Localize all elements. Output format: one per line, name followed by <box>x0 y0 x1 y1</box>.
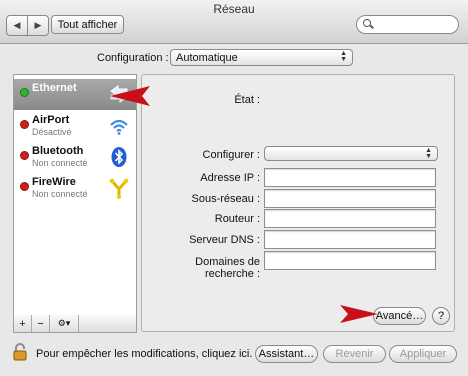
bluetooth-icon <box>111 147 127 167</box>
router-field[interactable] <box>264 209 436 228</box>
window-title: Réseau <box>213 2 255 16</box>
status-dot <box>20 182 29 191</box>
search-icon <box>363 19 371 27</box>
state-label: État : <box>234 94 260 106</box>
service-status: Non connecté <box>32 158 88 168</box>
status-dot <box>20 151 29 160</box>
annotation-arrow-icon <box>110 86 150 106</box>
dns-server-field[interactable] <box>264 230 436 249</box>
firewire-icon <box>109 178 129 199</box>
configuration-label: Configuration : <box>97 52 169 64</box>
forward-button[interactable]: ▶ <box>28 16 48 35</box>
service-item-firewire[interactable]: FireWire Non connecté <box>14 173 136 204</box>
search-input[interactable] <box>356 15 459 34</box>
popup-arrows-icon: ▲ ▼ <box>425 147 432 160</box>
search-domains-label: Domaines de recherche : <box>195 256 260 280</box>
service-name: AirPort <box>32 114 70 126</box>
revert-button[interactable]: Revenir <box>323 345 386 363</box>
back-button[interactable]: ◀ <box>7 16 28 35</box>
add-service-button[interactable]: + <box>14 315 32 332</box>
gear-icon[interactable]: ⚙▾ <box>50 315 79 332</box>
nav-back-forward: ◀ ▶ <box>6 15 49 36</box>
status-dot <box>20 120 29 129</box>
subnet-label: Sous-réseau : <box>191 193 260 205</box>
wifi-icon <box>110 119 128 135</box>
popup-arrows-icon: ▲ ▼ <box>340 50 347 63</box>
service-item-airport[interactable]: AirPort Désactivé <box>14 111 136 142</box>
configuration-popup[interactable]: Automatique ▲ ▼ <box>170 49 353 66</box>
remove-service-button[interactable]: − <box>32 315 50 332</box>
configure-popup[interactable]: ▲ ▼ <box>264 146 438 161</box>
service-list-toolbar: + − ⚙▾ <box>13 315 137 333</box>
service-item-bluetooth[interactable]: Bluetooth Non connecté <box>14 142 136 173</box>
router-label: Routeur : <box>214 213 260 225</box>
show-all-button[interactable]: Tout afficher <box>51 15 124 34</box>
configuration-value: Automatique <box>176 52 238 64</box>
lock-text: Pour empêcher les modifications, cliquez… <box>36 348 253 360</box>
assistant-button[interactable]: Assistant… <box>255 345 318 363</box>
configure-label: Configurer : <box>202 149 260 161</box>
ip-address-label: Adresse IP : <box>200 172 260 184</box>
help-button[interactable]: ? <box>432 307 450 325</box>
lock-icon[interactable] <box>13 343 27 361</box>
annotation-arrow-icon <box>340 305 378 323</box>
service-status: Non connecté <box>32 189 88 199</box>
ip-address-field[interactable] <box>264 168 436 187</box>
apply-button[interactable]: Appliquer <box>389 345 457 363</box>
service-name: Ethernet <box>32 82 77 94</box>
service-list: Ethernet AirPort Désactivé Bluetooth Non… <box>13 74 137 316</box>
window-toolbar: Réseau ◀ ▶ Tout afficher <box>0 0 468 44</box>
service-name: Bluetooth <box>32 145 84 157</box>
dns-server-label: Serveur DNS : <box>189 234 260 246</box>
advanced-button[interactable]: Avancé… <box>373 307 426 325</box>
status-dot <box>20 88 29 97</box>
service-status: Désactivé <box>32 127 72 137</box>
service-name: FireWire <box>32 176 76 188</box>
subnet-field[interactable] <box>264 189 436 208</box>
search-domains-field[interactable] <box>264 251 436 270</box>
